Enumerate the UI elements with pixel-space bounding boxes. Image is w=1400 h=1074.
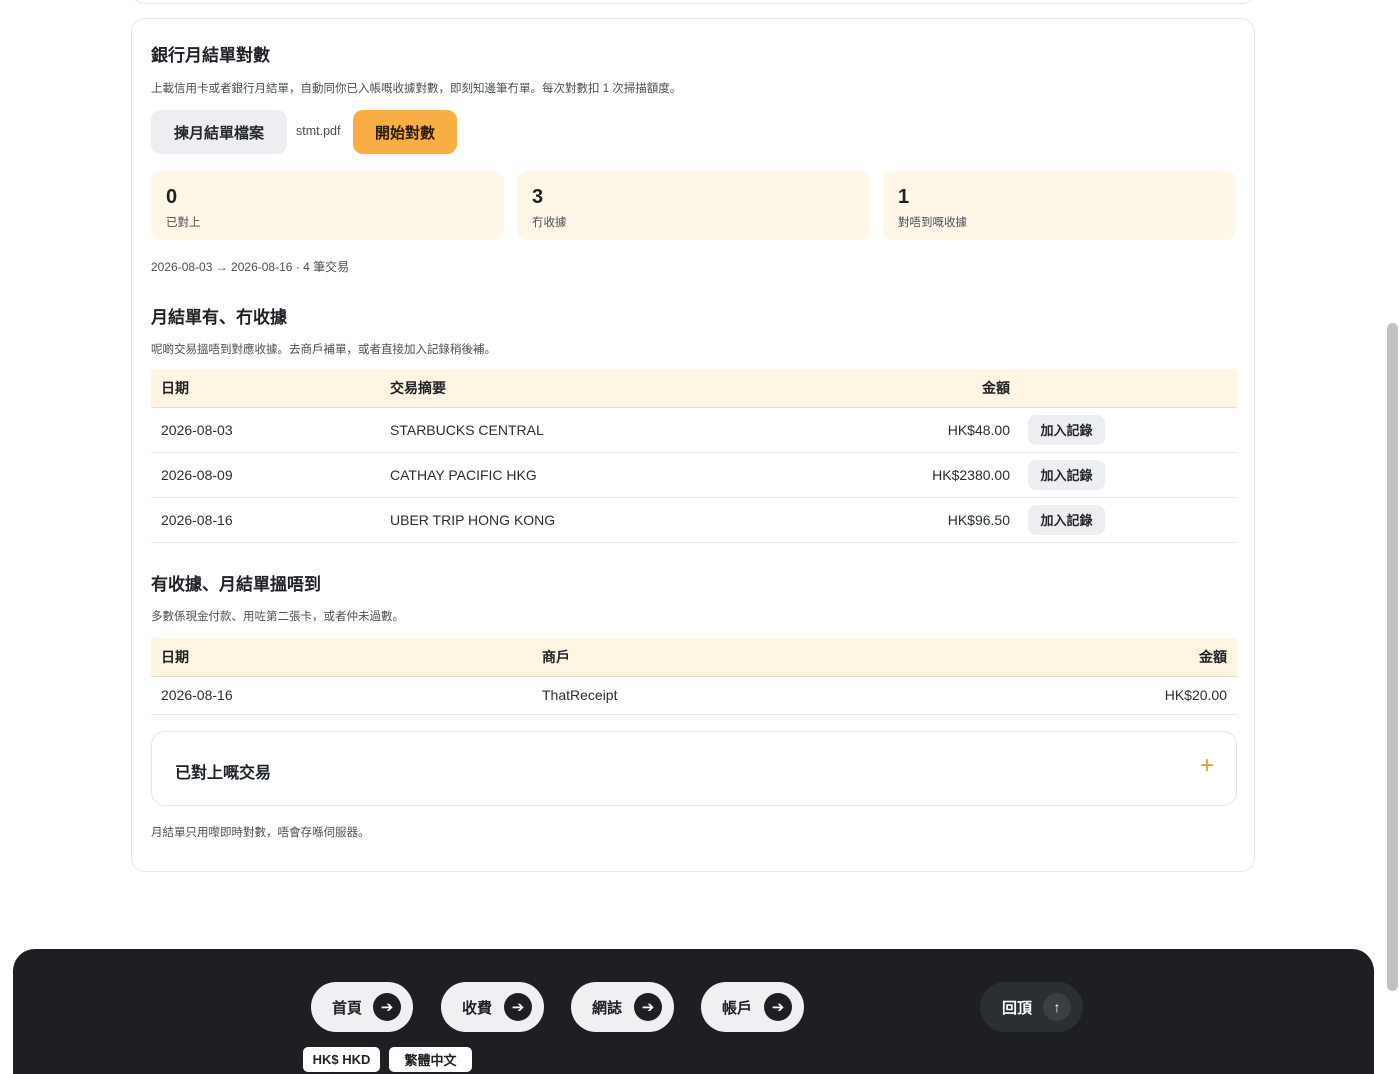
- arrow-right-icon: ➔: [373, 993, 401, 1021]
- footer-nav-account[interactable]: 帳戶 ➔: [701, 982, 804, 1032]
- footer-nav-blog[interactable]: 網誌 ➔: [571, 982, 674, 1032]
- table-row: 2026-08-09 CATHAY PACIFIC HKG HK$2380.00…: [151, 452, 1237, 498]
- table-row: 2026-08-16 ThatReceipt HK$20.00: [151, 676, 1237, 715]
- section-title-no-receipt: 月結單有、冇收據: [151, 308, 287, 327]
- row-date: 2026-08-03: [151, 407, 390, 453]
- matched-transactions-accordion[interactable]: 已對上嘅交易 +: [151, 731, 1237, 806]
- start-reconcile-button[interactable]: 開始對數: [353, 110, 457, 154]
- row-date: 2026-08-16: [151, 676, 542, 715]
- section-title-statement: 銀行月結單對數: [151, 46, 270, 65]
- stat-value: 1: [898, 186, 910, 208]
- stat-card-no-receipt: 3 冇收據: [517, 171, 870, 240]
- row-amount: HK$96.50: [810, 497, 1010, 543]
- row-description: CATHAY PACIFIC HKG: [390, 452, 810, 498]
- page-scrollbar[interactable]: [1387, 323, 1398, 991]
- site-footer: 首頁 ➔ 收費 ➔ 網誌 ➔ 帳戶 ➔ 回頂 ↑ HK$ HKD 繁體中文: [13, 949, 1374, 1074]
- stat-card-unmatched-receipt: 1 對唔到嘅收據: [883, 171, 1236, 240]
- column-header-amount: 金額: [1042, 638, 1237, 677]
- back-to-top-button[interactable]: 回頂 ↑: [980, 982, 1083, 1032]
- row-description: STARBUCKS CENTRAL: [390, 407, 810, 453]
- currency-selector[interactable]: HK$ HKD: [303, 1047, 380, 1072]
- column-header-merchant: 商戶: [542, 638, 1042, 677]
- stat-card-matched: 0 已對上: [151, 171, 504, 240]
- row-amount: HK$2380.00: [810, 452, 1010, 498]
- back-to-top-label: 回頂: [1002, 999, 1033, 1017]
- add-to-records-button[interactable]: 加入記錄: [1028, 459, 1105, 490]
- unmatched-receipts-description: 多數係現金付款、用咗第二張卡，或者仲未過數。: [151, 611, 404, 623]
- column-header-action: [1010, 369, 1237, 408]
- privacy-note: 月結單只用嚟即時對數，唔會存喺伺服器。: [151, 827, 370, 839]
- add-to-records-button[interactable]: 加入記錄: [1028, 414, 1105, 445]
- table-header-row: 日期 商戶 金額: [151, 638, 1237, 677]
- no-receipt-description: 呢啲交易搵唔到對應收據。去商戶補單，或者直接加入記錄稍後補。: [151, 344, 496, 356]
- footer-nav-home[interactable]: 首頁 ➔: [311, 982, 413, 1032]
- row-date: 2026-08-16: [151, 497, 390, 543]
- pick-statement-file-button[interactable]: 揀月結單檔案: [151, 110, 287, 154]
- stat-label: 對唔到嘅收據: [898, 217, 967, 229]
- arrow-right-icon: ➔: [634, 993, 662, 1021]
- arrow-right-icon: ➔: [504, 993, 532, 1021]
- matched-transactions-title: 已對上嘅交易: [175, 765, 272, 782]
- nav-label: 收費: [462, 999, 493, 1017]
- row-merchant: ThatReceipt: [542, 676, 1042, 715]
- column-header-amount: 金額: [810, 369, 1010, 408]
- stat-label: 冇收據: [532, 217, 567, 229]
- language-selector[interactable]: 繁體中文: [389, 1047, 472, 1072]
- table-row: 2026-08-03 STARBUCKS CENTRAL HK$48.00 加入…: [151, 407, 1237, 453]
- expand-plus-icon[interactable]: +: [1200, 754, 1214, 778]
- statement-reconcile-card: 銀行月結單對數 上載信用卡或者銀行月結單，自動同你已入帳嘅收據對數，即刻知邊筆冇…: [131, 18, 1255, 872]
- unmatched-receipts-table: 日期 商戶 金額 2026-08-16 ThatReceipt HK$20.00: [151, 638, 1237, 715]
- row-action-cell: 加入記錄: [1010, 452, 1237, 498]
- stat-value: 0: [166, 186, 178, 208]
- row-action-cell: 加入記錄: [1010, 407, 1237, 453]
- arrow-right-icon: ➔: [764, 993, 792, 1021]
- table-row: 2026-08-16 UBER TRIP HONG KONG HK$96.50 …: [151, 497, 1237, 543]
- row-amount: HK$20.00: [1042, 676, 1237, 715]
- table-header-row: 日期 交易摘要 金額: [151, 369, 1237, 408]
- row-amount: HK$48.00: [810, 407, 1010, 453]
- arrow-up-icon: ↑: [1043, 993, 1071, 1021]
- section-title-unmatched-receipts: 有收據、月結單搵唔到: [151, 575, 321, 594]
- nav-label: 首頁: [332, 999, 363, 1017]
- selected-file-name: stmt.pdf: [296, 124, 341, 138]
- column-header-date: 日期: [151, 638, 542, 677]
- nav-label: 網誌: [592, 999, 623, 1017]
- row-action-cell: 加入記錄: [1010, 497, 1237, 543]
- footer-nav-pricing[interactable]: 收費 ➔: [441, 982, 544, 1032]
- stat-value: 3: [532, 186, 544, 208]
- statement-description: 上載信用卡或者銀行月結單，自動同你已入帳嘅收據對數，即刻知邊筆冇單。每次對數扣 …: [151, 83, 682, 95]
- no-receipt-table: 日期 交易摘要 金額 2026-08-03 STARBUCKS CENTRAL …: [151, 369, 1237, 543]
- nav-label: 帳戶: [722, 999, 753, 1017]
- previous-card-edge: [132, 0, 1255, 4]
- column-header-description: 交易摘要: [390, 369, 810, 408]
- stat-label: 已對上: [166, 217, 201, 229]
- column-header-date: 日期: [151, 369, 390, 408]
- add-to-records-button[interactable]: 加入記錄: [1028, 504, 1105, 535]
- statement-date-range: 2026-08-03 → 2026-08-16 · 4 筆交易: [151, 260, 350, 274]
- row-date: 2026-08-09: [151, 452, 390, 498]
- row-description: UBER TRIP HONG KONG: [390, 497, 810, 543]
